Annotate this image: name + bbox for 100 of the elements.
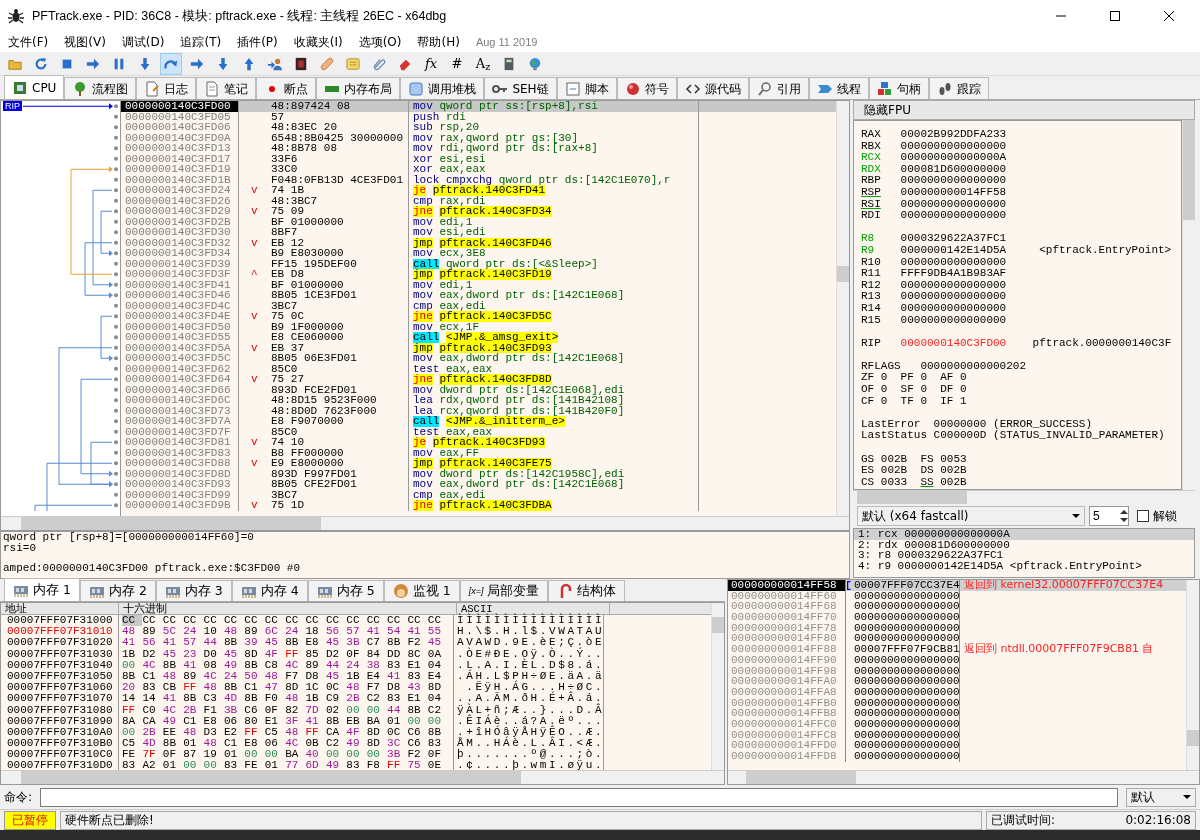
command-input[interactable] bbox=[40, 787, 1118, 807]
disasm-row[interactable]: 0000000140C3FD06 48:83EC 20 sub rsp,20 bbox=[121, 122, 836, 133]
tab[interactable]: 线程 bbox=[808, 77, 869, 99]
column-header[interactable]: 十六进制 bbox=[119, 603, 457, 614]
scrollbar[interactable] bbox=[1186, 580, 1199, 770]
stack-row[interactable]: 000000000014FF78 0000000000000000 bbox=[728, 622, 1186, 634]
tab[interactable]: 笔记 bbox=[196, 77, 257, 99]
disasm-row[interactable]: 0000000140C3FD5A v EB 37 jmp pftrack.140C3FD93 bbox=[121, 342, 836, 353]
disasm-row[interactable]: 0000000140C3FD17 33F6 xor esi,esi bbox=[121, 153, 836, 164]
tab[interactable]: 源代码 bbox=[676, 77, 749, 99]
argument-row[interactable]: 2: rdx 000081D600000000 bbox=[854, 539, 1194, 550]
disasm-row[interactable]: 0000000140C3FD30 8BF7 mov esi,edi bbox=[121, 227, 836, 238]
tab[interactable]: 结构体 bbox=[548, 580, 626, 601]
disasm-row[interactable]: 0000000140C3FD9B v 75 1D jne pftrack.140C3FDBA bbox=[121, 500, 836, 511]
tab[interactable]: 脚本 bbox=[556, 77, 617, 99]
disasm-row[interactable]: 0000000140C3FD6C 48:8D15 9523F000 lea rdx,qword ptr ds:[141B42108] bbox=[121, 395, 836, 406]
stack-row[interactable]: 000000000014FFC0 0000000000000000 bbox=[728, 718, 1186, 730]
disasm-row[interactable]: 0000000140C3FD32 v EB 12 jmp pftrack.140C3FD46 bbox=[121, 237, 836, 248]
tab[interactable]: 引用 bbox=[748, 77, 809, 99]
disasm-row[interactable]: 0000000140C3FD24 v 74 1B je pftrack.140C3FD41 bbox=[121, 185, 836, 196]
disasm-row[interactable]: 0000000140C3FD19 33C0 xor eax,eax bbox=[121, 164, 836, 175]
mode-dropdown[interactable]: 默认 bbox=[1126, 787, 1196, 807]
stack-row[interactable]: 000000000014FF88 00007FFF07F9CB81 返回到 ntdll.00007FFF07F9CB81 自 bbox=[728, 644, 1186, 655]
tab[interactable]: 句柄 bbox=[868, 77, 929, 99]
tab[interactable]: 流程图 bbox=[64, 77, 137, 99]
disasm-row[interactable]: 0000000140C3FD5C 8B05 06E3FD01 mov eax,dword ptr ds:[142C1E068] bbox=[121, 353, 836, 364]
disasm-row[interactable]: 0000000140C3FD7A E8 F9070000 call <JMP.&_initterm_e> bbox=[121, 416, 836, 427]
convention-dropdown[interactable]: 默认 (x64 fastcall) bbox=[857, 506, 1085, 526]
tab[interactable]: 内存 5 bbox=[307, 580, 384, 601]
unlock-checkbox[interactable] bbox=[1137, 510, 1149, 522]
stack-row[interactable]: 000000000014FFB0 0000000000000000 bbox=[728, 697, 1186, 709]
disasm-row[interactable]: 0000000140C3FD64 v 75 27 jne pftrack.140C3FD8D bbox=[121, 374, 836, 385]
disasm-row[interactable]: 0000000140C3FD81 v 74 10 je pftrack.140C3FD93 bbox=[121, 437, 836, 448]
disasm-row[interactable]: 0000000140C3FD88 v E9 E8000000 jmp pftrack.140C3FE75 bbox=[121, 458, 836, 469]
tab[interactable]: 监视 1 bbox=[383, 580, 460, 601]
toolbar-button[interactable]: # bbox=[446, 52, 468, 75]
menu-item[interactable]: 选项(O) bbox=[358, 33, 402, 51]
disasm-row[interactable]: 0000000140C3FD05 57 push rdi bbox=[121, 111, 836, 122]
tab[interactable]: 内存 3 bbox=[155, 580, 232, 601]
menu-item[interactable]: 帮助(H) bbox=[417, 33, 460, 51]
disasm-row[interactable]: 0000000140C3FD00 48:897424 08 mov qword ptr ss:[rsp+8],rsi bbox=[121, 101, 836, 112]
close-icon[interactable] bbox=[1164, 11, 1174, 21]
disasm-row[interactable]: 0000000140C3FD34 B9 E8030000 mov ecx,3E8 bbox=[121, 248, 836, 259]
menu-item[interactable]: 追踪(T) bbox=[180, 33, 222, 51]
disasm-row[interactable]: 0000000140C3FD4E v 75 0C jne pftrack.140C3FD5C bbox=[121, 311, 836, 322]
argument-row[interactable]: 4: r9 0000000142E14D5A <pftrack.EntryPoint> bbox=[854, 560, 1194, 571]
tab[interactable]: 内存布局 bbox=[316, 77, 401, 99]
stack-row[interactable]: 000000000014FFD8 0000000000000000 bbox=[728, 751, 1186, 762]
disasm-row[interactable]: 0000000140C3FD8D 893D F997FD01 mov dword ptr ds:[142C1958C],edi bbox=[121, 468, 836, 479]
scrollbar[interactable] bbox=[853, 490, 1195, 504]
disasm-row[interactable]: 0000000140C3FD41 BF 01000000 mov edi,1 bbox=[121, 279, 836, 290]
stack-row[interactable]: 000000000014FFA8 0000000000000000 bbox=[728, 686, 1186, 698]
tab[interactable]: 内存 4 bbox=[231, 580, 308, 601]
stack-row[interactable]: 000000000014FFD0 0000000000000000 bbox=[728, 740, 1186, 751]
disasm-row[interactable]: 0000000140C3FD29 v 75 09 jne pftrack.140C3FD34 bbox=[121, 206, 836, 217]
disasm-row[interactable]: 0000000140C3FD2B BF 01000000 mov edi,1 bbox=[121, 216, 836, 227]
stack-row[interactable]: 000000000014FF70 0000000000000000 bbox=[728, 612, 1186, 623]
count-spinner[interactable]: 5 bbox=[1089, 506, 1129, 526]
scrollbar[interactable] bbox=[711, 603, 724, 771]
tab[interactable]: 符号 bbox=[616, 77, 677, 99]
menu-item[interactable]: 收藏夹(I) bbox=[293, 33, 343, 51]
stack-row[interactable]: 000000000014FF68 0000000000000000 bbox=[728, 601, 1186, 613]
toolbar-button[interactable]: fx bbox=[420, 52, 442, 75]
tab[interactable]: 内存 2 bbox=[79, 580, 156, 601]
menu-item[interactable]: 调试(D) bbox=[121, 33, 165, 51]
disasm-row[interactable]: 0000000140C3FD13 48:8B78 08 mov rdi,qword ptr ds:[rax+8] bbox=[121, 143, 836, 154]
scrollbar[interactable] bbox=[1, 516, 849, 530]
stack-row[interactable]: 000000000014FFA0 0000000000000000 bbox=[728, 676, 1186, 687]
disasm-row[interactable]: 0000000140C3FD0A 6548:8B0425 30000000 mov rax,qword ptr gs:[30] bbox=[121, 132, 836, 143]
menu-item[interactable]: 插件(P) bbox=[237, 33, 278, 51]
argument-row[interactable]: 3: r8 0000329622A37FC1 bbox=[854, 550, 1194, 561]
maximize-icon[interactable] bbox=[1110, 11, 1120, 21]
hide-fpu-button[interactable]: 隐藏FPU bbox=[853, 100, 1195, 120]
scrollbar[interactable] bbox=[1, 770, 724, 784]
argument-row[interactable]: 1: rcx 000000000000000A bbox=[854, 529, 1194, 540]
disasm-row[interactable]: 0000000140C3FD55 E8 CE060000 call <JMP.&_amsg_exit> bbox=[121, 332, 836, 343]
scrollbar[interactable] bbox=[836, 101, 849, 516]
stack-row[interactable]: 000000000014FF98 0000000000000000 bbox=[728, 665, 1186, 677]
disasm-row[interactable]: 0000000140C3FD66 893D FCE2FD01 mov dword ptr ds:[142C1E068],edi bbox=[121, 384, 836, 395]
disasm-row[interactable]: 0000000140C3FD46 8B05 1CE3FD01 mov eax,dword ptr ds:[142C1E068] bbox=[121, 290, 836, 301]
scrollbar[interactable] bbox=[728, 770, 1199, 784]
stack-row[interactable]: 000000000014FFC8 0000000000000000 bbox=[728, 729, 1186, 741]
stack-row[interactable]: 000000000014FF60 0000000000000000 bbox=[728, 590, 1186, 602]
menu-item[interactable]: 文件(F) bbox=[8, 33, 49, 51]
column-header[interactable]: 地址 bbox=[1, 603, 119, 614]
stack-row[interactable]: 000000000014FF90 0000000000000000 bbox=[728, 654, 1186, 666]
tab[interactable]: [x=] 局部变量 bbox=[459, 580, 549, 601]
tab[interactable]: 调用堆栈 bbox=[400, 77, 485, 99]
tab[interactable]: CPU bbox=[4, 75, 65, 99]
menu-item[interactable]: 视图(V) bbox=[64, 33, 106, 51]
tab[interactable]: 日志 bbox=[136, 77, 197, 99]
disasm-row[interactable]: 0000000140C3FD3F ^ EB D8 jmp pftrack.140C3FD19 bbox=[121, 269, 836, 280]
stack-row[interactable]: 000000000014FFB8 0000000000000000 bbox=[728, 708, 1186, 719]
disasm-row[interactable]: 0000000140C3FD93 8B05 CFE2FD01 mov eax,dword ptr ds:[142C1E068] bbox=[121, 479, 836, 490]
tab[interactable]: SEH链 bbox=[484, 77, 557, 99]
tab[interactable]: 内存 1 bbox=[4, 578, 80, 601]
scrollbar[interactable] bbox=[1182, 120, 1195, 490]
tab[interactable]: 断点 bbox=[256, 77, 317, 99]
tab[interactable]: 跟踪 bbox=[928, 77, 989, 99]
toolbar-button[interactable]: A$_{z}$ bbox=[472, 52, 494, 75]
